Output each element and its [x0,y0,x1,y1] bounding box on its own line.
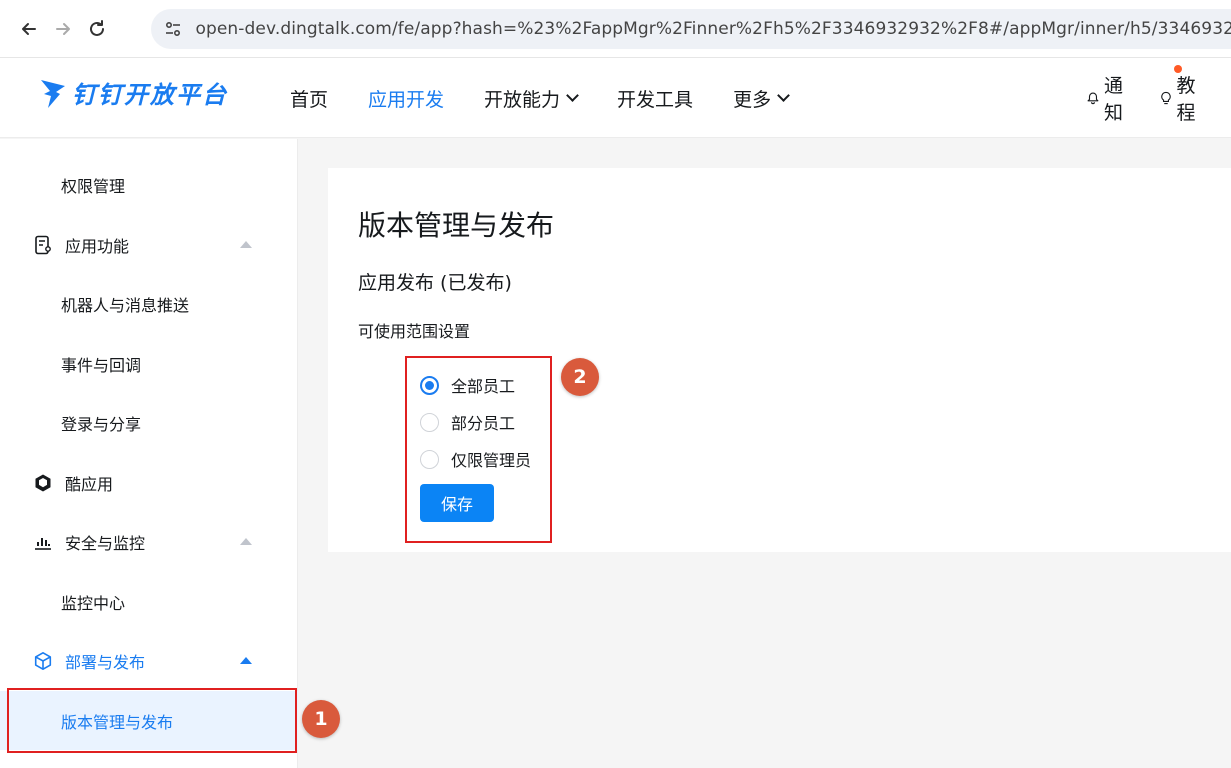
sidebar-group-deploy[interactable]: 部署与发布 [0,631,298,690]
arrow-left-icon [22,22,36,35]
address-bar[interactable]: open-dev.dingtalk.com/fe/app?hash=%23%2F… [151,9,1231,49]
nav-dev-tools[interactable]: 开发工具 [617,85,693,112]
sidebar-item-cool-app[interactable]: 酷应用 [0,453,298,512]
chevron-down-icon [777,89,790,102]
annotation-box-2 [405,356,552,543]
cube-icon [33,473,53,493]
box-icon [33,651,53,671]
sidebar-item-label: 机器人与消息推送 [61,295,190,315]
annotation-box-1 [7,688,297,753]
reload-icon [90,19,104,36]
caret-up-icon [240,241,252,248]
site-settings-icon[interactable] [155,11,190,47]
app-feature-icon [33,235,53,255]
sidebar-item-events[interactable]: 事件与回调 [0,334,298,393]
annotation-badge-1: 1 [302,700,340,738]
caret-up-icon [240,538,252,545]
arrow-right-icon [56,22,70,35]
tutorial-button[interactable]: 教程 [1159,65,1204,125]
sidebar-item-label: 权限管理 [61,176,126,196]
sidebar-item-label: 部署与发布 [65,652,146,672]
nav-app-dev[interactable]: 应用开发 [368,85,444,112]
new-dot [1173,65,1182,73]
sidebar-item-robot[interactable]: 机器人与消息推送 [0,274,298,333]
nav-more[interactable]: 更多 [733,85,790,112]
reload-button[interactable] [82,14,112,44]
sidebar-item-label: 酷应用 [65,474,114,494]
tutorial-label: 教程 [1176,75,1196,124]
bar-chart-icon [33,532,53,552]
header-right: 通知 教程 [1086,58,1231,138]
app-header: 钉钉开放平台 首页 应用开发 开放能力 开发工具 更多 通知 教程 [0,58,1231,138]
sidebar-item-monitor-center[interactable]: 监控中心 [0,572,298,631]
sidebar-group-app-features[interactable]: 应用功能 [0,215,298,274]
sidebar-item-permissions[interactable]: 权限管理 [0,155,298,214]
sidebar-item-label: 安全与监控 [65,533,146,553]
notify-label: 通知 [1103,75,1123,124]
url-text[interactable]: open-dev.dingtalk.com/fe/app?hash=%23%2F… [195,19,1231,39]
logo[interactable]: 钉钉开放平台 [38,72,228,112]
bell-icon [1087,92,1099,105]
chevron-down-icon [566,89,579,102]
page-title: 版本管理与发布 [358,209,555,242]
top-nav: 首页 应用开发 开放能力 开发工具 更多 [290,58,828,138]
dingtalk-logo-icon [41,80,65,108]
back-button[interactable] [14,14,44,44]
nav-more-label: 更多 [733,88,772,111]
section-title: 应用发布 (已发布) [358,272,512,294]
sidebar-item-label: 应用功能 [65,236,130,256]
sidebar-item-label: 事件与回调 [61,355,142,375]
caret-up-icon [240,657,252,664]
nav-open-capability-label: 开放能力 [484,88,561,111]
forward-button[interactable] [48,14,78,44]
nav-open-capability[interactable]: 开放能力 [484,85,579,112]
annotation-badge-2: 2 [561,358,599,396]
lightbulb-icon [1160,91,1171,105]
sidebar-item-label: 监控中心 [61,593,126,613]
logo-text: 钉钉开放平台 [72,80,228,109]
notify-button[interactable]: 通知 [1086,71,1131,125]
sidebar-item-label: 登录与分享 [61,414,142,434]
sidebar-item-login-share[interactable]: 登录与分享 [0,393,298,452]
sidebar: 权限管理 应用功能 机器人与消息推送 事件与回调 登录与分享 酷应用 安全与监控… [0,139,298,768]
scope-label: 可使用范围设置 [358,322,471,341]
browser-toolbar: open-dev.dingtalk.com/fe/app?hash=%23%2F… [0,0,1231,58]
sidebar-group-security[interactable]: 安全与监控 [0,512,298,571]
nav-home[interactable]: 首页 [290,85,328,112]
